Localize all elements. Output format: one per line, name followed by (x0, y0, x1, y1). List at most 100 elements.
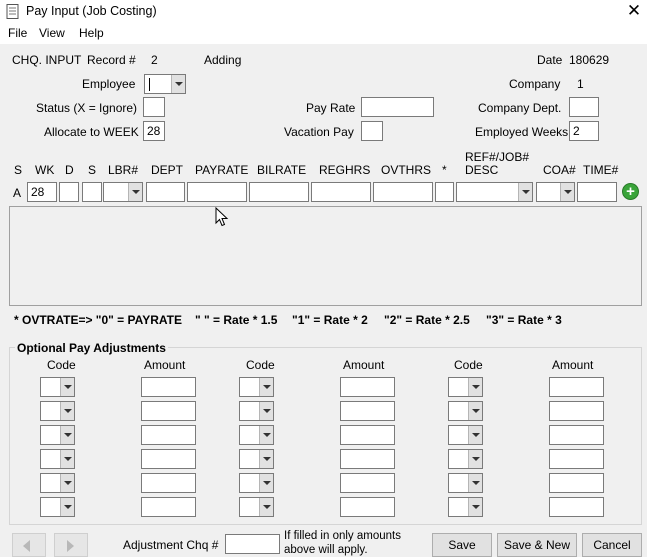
window-title: Pay Input (Job Costing) (26, 4, 157, 18)
adj-amount-field[interactable] (549, 497, 604, 517)
adj-code-combo[interactable] (448, 449, 483, 469)
adj-code-combo[interactable] (448, 473, 483, 493)
adj-amount-field[interactable] (340, 473, 395, 493)
s-field[interactable] (82, 182, 102, 202)
status-field[interactable] (143, 97, 165, 117)
adj-amount-field[interactable] (141, 401, 196, 421)
cancel-button[interactable]: Cancel (582, 533, 642, 557)
adj-code-combo[interactable] (239, 497, 274, 517)
chevron-down-icon[interactable] (468, 450, 482, 468)
chevron-down-icon[interactable] (259, 426, 273, 444)
adj-amount-field[interactable] (549, 377, 604, 397)
time-field[interactable] (577, 182, 617, 202)
chevron-down-icon[interactable] (259, 402, 273, 420)
ovtrate-note-2: "1" = Rate * 2 (292, 313, 368, 327)
pay-rate-field[interactable] (361, 97, 434, 117)
adj-amount-field[interactable] (340, 449, 395, 469)
adj-code-combo[interactable] (239, 473, 274, 493)
ref-job-combo[interactable] (456, 182, 533, 202)
add-row-icon[interactable]: + (622, 183, 639, 200)
chevron-down-icon[interactable] (560, 183, 574, 201)
adj-amount-field[interactable] (549, 449, 604, 469)
adj-code-combo[interactable] (40, 425, 75, 445)
menu-file[interactable]: File (8, 26, 27, 40)
ovtrate-field[interactable] (435, 182, 454, 202)
reghrs-field[interactable] (311, 182, 371, 202)
adj-amount-field[interactable] (549, 425, 604, 445)
save-button[interactable]: Save (432, 533, 492, 557)
bilrate-field[interactable] (249, 182, 309, 202)
adjustment-chq-field[interactable] (225, 534, 280, 554)
chevron-down-icon[interactable] (259, 378, 273, 396)
adj-code-combo[interactable] (448, 497, 483, 517)
adj-code-combo[interactable] (40, 377, 75, 397)
adj-code-combo[interactable] (40, 401, 75, 421)
allocate-week-field[interactable]: 28 (143, 121, 165, 141)
status-label: Status (X = Ignore) (36, 101, 138, 115)
chevron-down-icon[interactable] (468, 426, 482, 444)
adj-code-combo[interactable] (448, 425, 483, 445)
mouse-cursor-icon (215, 207, 229, 227)
prev-record-button[interactable] (12, 533, 46, 557)
employee-combo[interactable] (144, 74, 186, 94)
chevron-down-icon[interactable] (259, 450, 273, 468)
chevron-down-icon[interactable] (60, 378, 74, 396)
adj-amount-field[interactable] (340, 497, 395, 517)
chevron-down-icon[interactable] (259, 474, 273, 492)
adj-amount-field[interactable] (141, 473, 196, 493)
menu-help[interactable]: Help (79, 26, 104, 40)
coa-combo[interactable] (536, 182, 575, 202)
employed-weeks-field[interactable]: 2 (569, 121, 599, 141)
chevron-down-icon[interactable] (60, 426, 74, 444)
payrate-field[interactable] (187, 182, 247, 202)
chevron-down-icon[interactable] (171, 75, 185, 93)
chevron-down-icon[interactable] (60, 450, 74, 468)
d-field[interactable] (59, 182, 79, 202)
lbr-combo[interactable] (103, 182, 143, 202)
chevron-down-icon[interactable] (60, 498, 74, 516)
adj-code-combo[interactable] (40, 449, 75, 469)
chevron-down-icon[interactable] (468, 474, 482, 492)
chevron-down-icon[interactable] (60, 402, 74, 420)
adjustment-chq-label: Adjustment Chq # (123, 538, 219, 552)
menu-view[interactable]: View (39, 26, 65, 40)
col-desc: DESC (465, 163, 499, 177)
dept-field[interactable] (146, 182, 185, 202)
record-value: 2 (151, 53, 158, 67)
adj-amount-field[interactable] (141, 377, 196, 397)
chevron-down-icon[interactable] (468, 498, 482, 516)
ovtrate-note-1: " " = Rate * 1.5 (195, 313, 278, 327)
adj-amount-field[interactable] (141, 425, 196, 445)
adj-code-combo[interactable] (239, 425, 274, 445)
close-icon[interactable]: ✕ (624, 1, 644, 21)
chevron-down-icon[interactable] (468, 378, 482, 396)
adj-code-combo[interactable] (239, 377, 274, 397)
next-record-button[interactable] (54, 533, 88, 557)
employed-weeks-label: Employed Weeks (475, 125, 569, 139)
adj-code-combo[interactable] (40, 497, 75, 517)
save-new-button[interactable]: Save & New (497, 533, 577, 557)
adj-code-combo[interactable] (448, 401, 483, 421)
vacation-pay-field[interactable] (361, 121, 383, 141)
adj-code-combo[interactable] (239, 449, 274, 469)
chevron-down-icon[interactable] (518, 183, 532, 201)
adj-amount-field[interactable] (340, 377, 395, 397)
wk-field[interactable]: 28 (27, 182, 57, 202)
chevron-down-icon[interactable] (259, 498, 273, 516)
adj-amount-field[interactable] (549, 473, 604, 493)
chq-input-label: CHQ. INPUT (12, 53, 82, 67)
adj-amount-field[interactable] (549, 401, 604, 421)
entry-lines-grid[interactable] (9, 206, 642, 306)
chevron-down-icon[interactable] (128, 183, 142, 201)
adj-code-combo[interactable] (239, 401, 274, 421)
adj-code-combo[interactable] (448, 377, 483, 397)
adj-amount-field[interactable] (141, 497, 196, 517)
chevron-down-icon[interactable] (60, 474, 74, 492)
adj-amount-field[interactable] (340, 425, 395, 445)
adj-amount-field[interactable] (340, 401, 395, 421)
adj-amount-field[interactable] (141, 449, 196, 469)
chevron-down-icon[interactable] (468, 402, 482, 420)
company-dept-field[interactable] (569, 97, 599, 117)
adj-code-combo[interactable] (40, 473, 75, 493)
ovthrs-field[interactable] (373, 182, 433, 202)
